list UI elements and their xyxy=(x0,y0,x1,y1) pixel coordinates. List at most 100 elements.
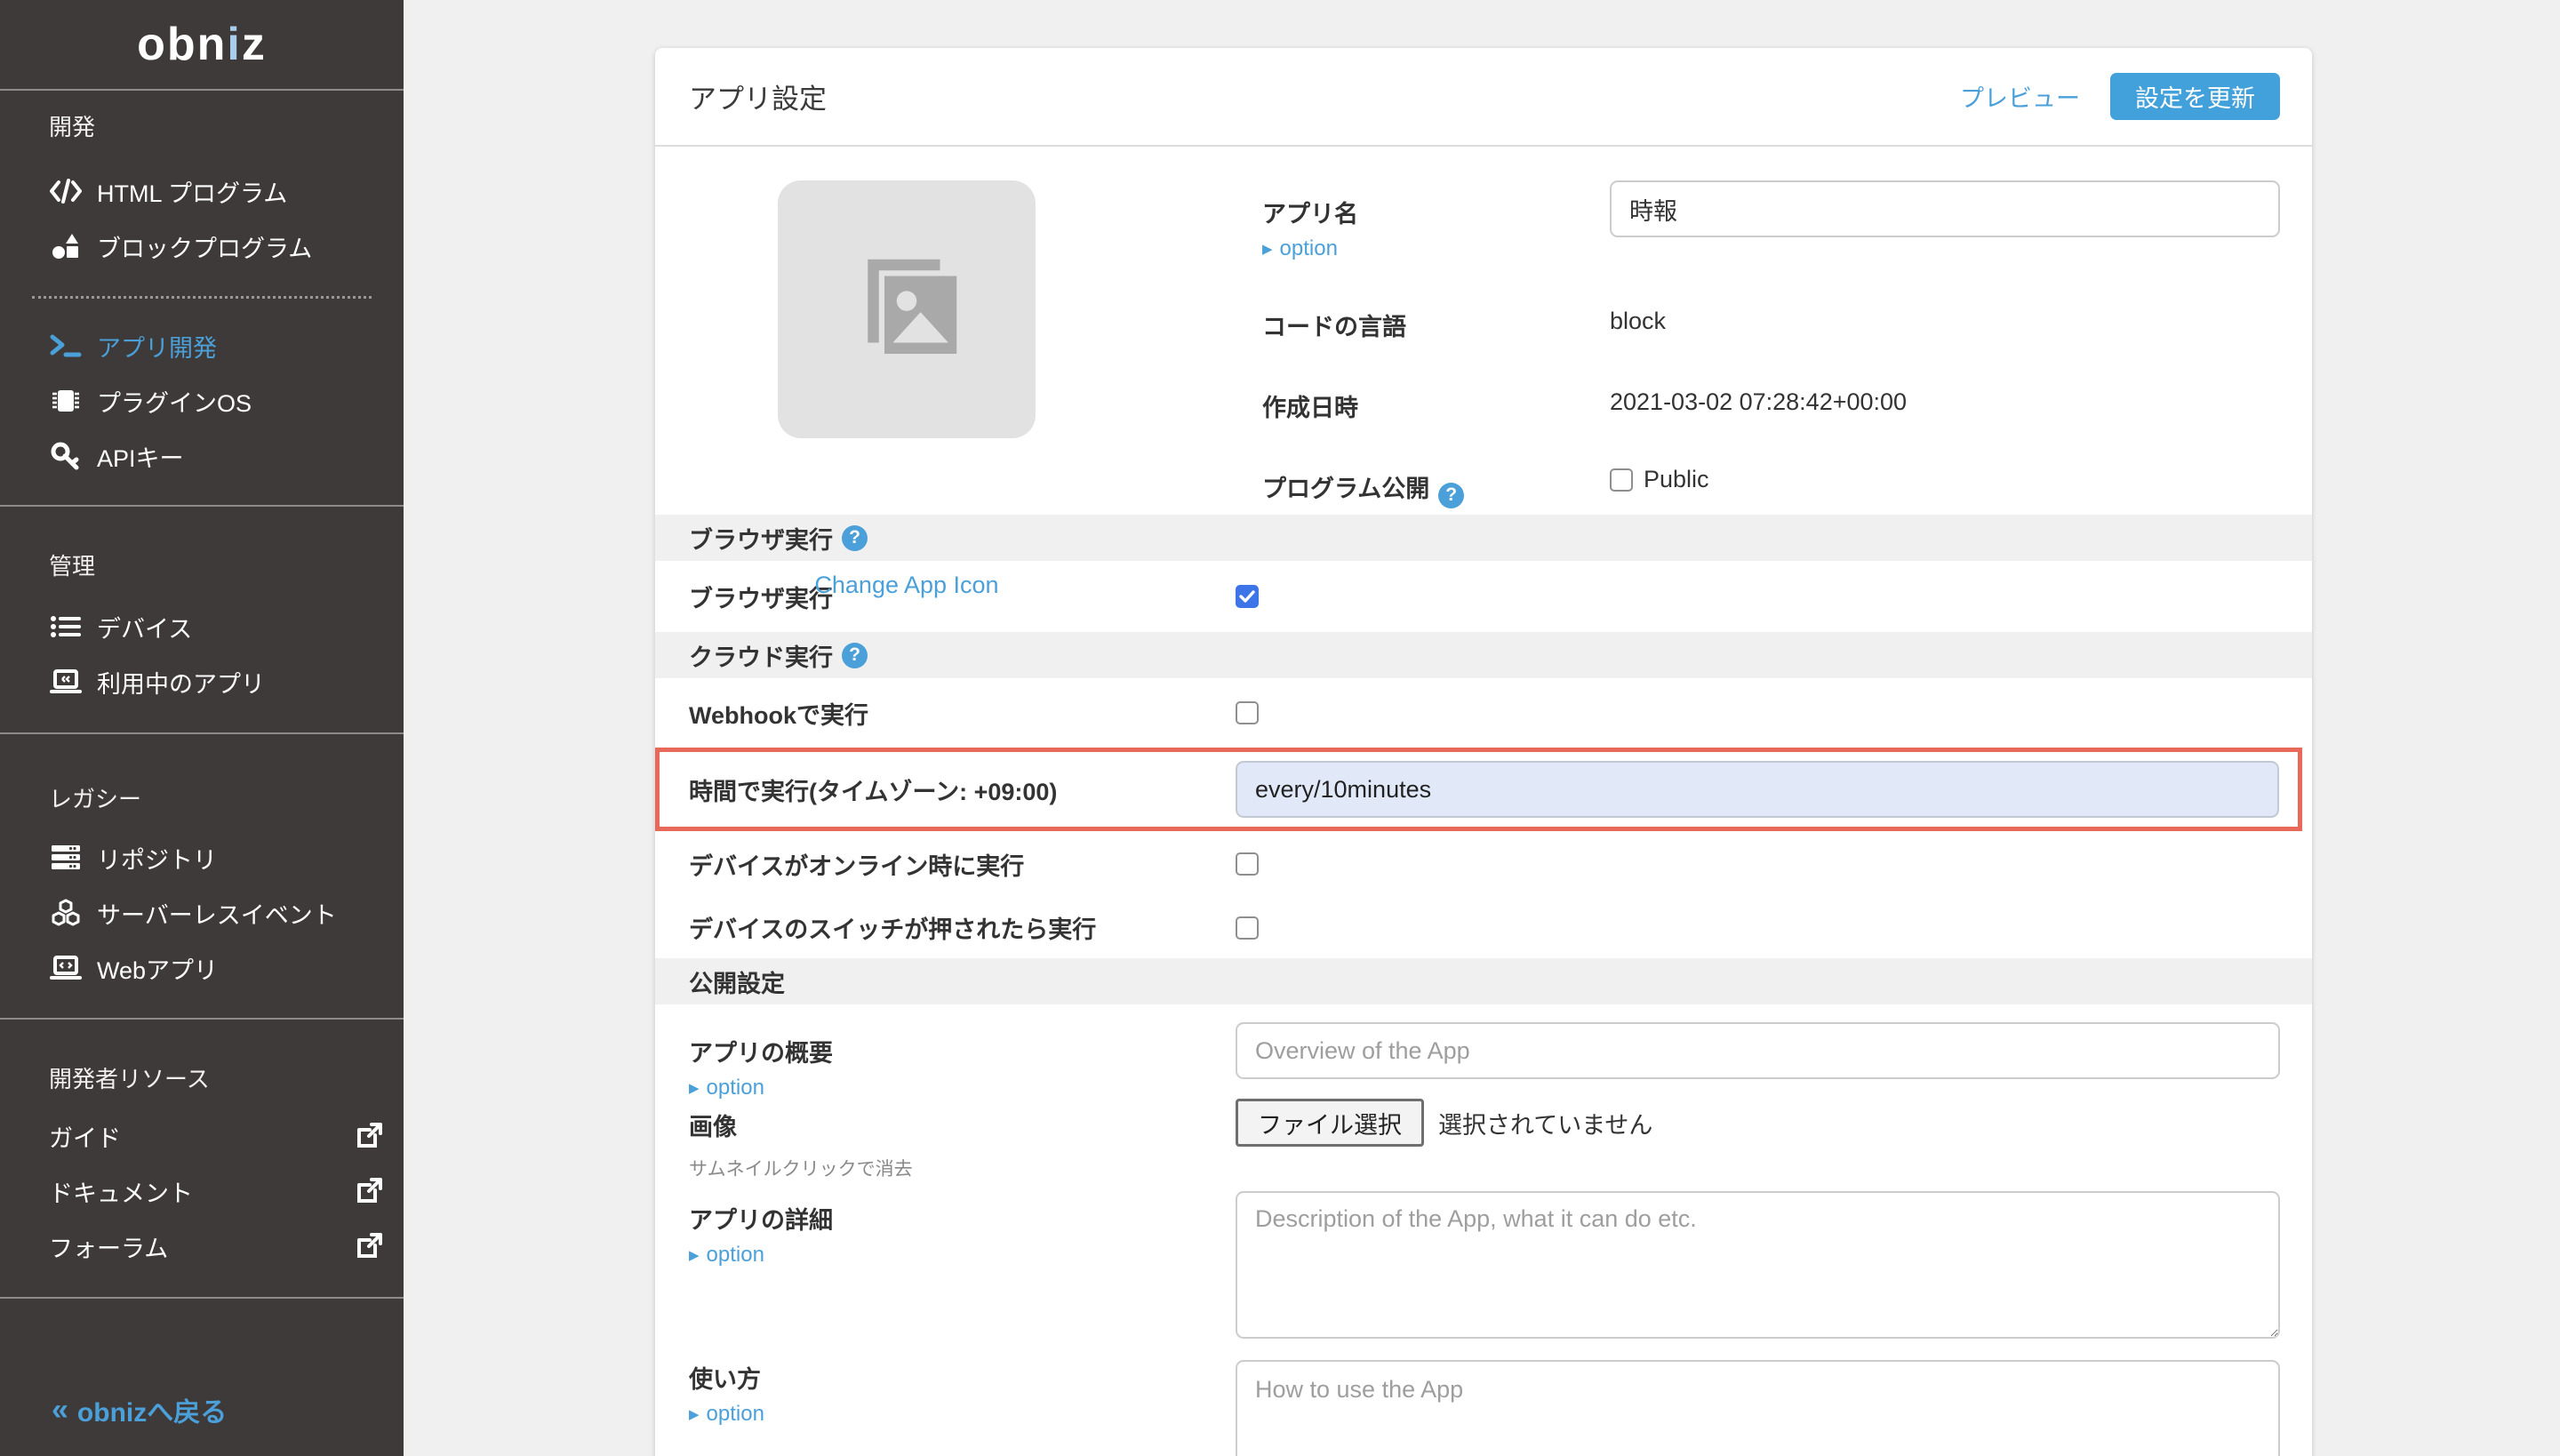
usage-textarea[interactable] xyxy=(1236,1360,2280,1456)
app-icon-placeholder[interactable] xyxy=(778,180,1036,438)
image-row: 画像 サムネイルクリックで消去 ファイル選択 選択されていません xyxy=(655,1092,2312,1172)
sidebar-divider xyxy=(0,505,404,507)
image-label: 画像 xyxy=(689,1108,1236,1142)
publish-settings-section-header: 公開設定 xyxy=(655,958,2312,1004)
browser-run-section-header: ブラウザ実行? xyxy=(655,515,2312,561)
terminal-icon xyxy=(49,331,83,361)
program-publish-label: プログラム公開 xyxy=(1262,476,1429,502)
nav-header-developer-resources: 開発者リソース xyxy=(49,1064,404,1094)
public-checkbox[interactable] xyxy=(1610,468,1633,492)
online-run-checkbox[interactable] xyxy=(1236,852,1259,876)
sidebar-item-label: HTML プログラム xyxy=(97,174,287,209)
program-publish-label-block: プログラム公開? xyxy=(1262,455,1610,508)
app-detail-textarea[interactable] xyxy=(1236,1191,2280,1339)
card-header: アプリ設定 プレビュー 設定を更新 xyxy=(655,48,2312,147)
list-icon xyxy=(49,612,83,642)
scheduled-run-input[interactable] xyxy=(1236,761,2279,818)
sidebar-divider xyxy=(0,732,404,734)
sidebar-item-serverless-events[interactable]: サーバーレスイベント xyxy=(0,885,404,940)
webhook-run-label: Webhookで実行 xyxy=(689,696,1236,731)
back-to-obniz-link[interactable]: « obnizへ戻る xyxy=(52,1388,404,1432)
sidebar-item-devices[interactable]: デバイス xyxy=(0,599,404,654)
sidebar-item-block-program[interactable]: ブロックプログラム xyxy=(0,219,404,274)
sidebar-item-label: リポジトリ xyxy=(97,841,217,876)
usage-option-link[interactable]: option xyxy=(689,1402,1236,1427)
server-icon xyxy=(49,843,83,873)
external-link-icon xyxy=(356,1233,382,1260)
sidebar-item-label: フォーラム xyxy=(49,1229,168,1264)
sidebar-item-api-key[interactable]: APIキー xyxy=(0,428,404,484)
app-overview-row: アプリの概要 option xyxy=(655,1004,2312,1092)
obniz-logo[interactable]: obniz xyxy=(0,0,404,91)
file-select-button[interactable]: ファイル選択 xyxy=(1236,1099,1424,1147)
scheduled-run-label: 時間で実行(タイムゾーン: +09:00) xyxy=(689,772,1236,807)
app-overview-label: アプリの概要 xyxy=(689,1034,1236,1068)
app-detail-label-block: アプリの詳細 option xyxy=(689,1191,1236,1268)
preview-link[interactable]: プレビュー xyxy=(1960,79,2080,114)
double-chevron-left-icon: « xyxy=(52,1393,68,1428)
sidebar-item-label: プラグインOS xyxy=(97,384,252,419)
app-overview-option-link[interactable]: option xyxy=(689,1076,1236,1100)
cloud-run-section-header: クラウド実行? xyxy=(655,632,2312,678)
sidebar-item-app-development[interactable]: アプリ開発 xyxy=(0,318,404,373)
question-icon[interactable]: ? xyxy=(842,643,868,668)
app-detail-row: アプリの詳細 option xyxy=(655,1172,2312,1349)
app-name-label-block: アプリ名 option xyxy=(1262,180,1610,261)
app-detail-label: アプリの詳細 xyxy=(689,1201,1236,1236)
shapes-icon xyxy=(49,231,83,261)
change-app-icon-link[interactable]: Change App Icon xyxy=(778,572,1036,599)
browser-run-section-title: ブラウザ実行 xyxy=(689,521,833,556)
app-name-label: アプリ名 xyxy=(1262,201,1358,228)
online-run-row: デバイスがオンライン時に実行 xyxy=(655,831,2312,897)
nav-header-management: 管理 xyxy=(49,551,404,581)
question-icon[interactable]: ? xyxy=(1438,483,1464,508)
sidebar-item-apps-in-use[interactable]: 利用中のアプリ xyxy=(0,654,404,709)
sidebar-item-plugin-os[interactable]: プラグインOS xyxy=(0,373,404,428)
sidebar-item-label: サーバーレスイベント xyxy=(97,896,337,931)
sidebar-item-label: デバイス xyxy=(97,610,192,644)
sidebar-item-guide[interactable]: ガイド xyxy=(0,1108,404,1164)
question-icon[interactable]: ? xyxy=(842,525,868,551)
sidebar-item-forum[interactable]: フォーラム xyxy=(0,1219,404,1274)
code-language-row: コードの言語 block xyxy=(1262,293,2280,342)
switch-run-row: デバイスのスイッチが押されたら実行 xyxy=(655,897,2312,958)
sidebar-item-documents[interactable]: ドキュメント xyxy=(0,1164,404,1219)
update-settings-button[interactable]: 設定を更新 xyxy=(2110,73,2280,120)
sidebar-divider xyxy=(0,1018,404,1020)
app-summary-section: Change App Icon アプリ名 option コードの言語 block… xyxy=(655,147,2312,515)
image-label-block: 画像 サムネイルクリックで消去 xyxy=(689,1099,1236,1181)
logo-text-ob: ob xyxy=(137,18,197,71)
cloud-run-section-title: クラウド実行 xyxy=(689,638,833,673)
logo-text-n: n xyxy=(197,18,228,71)
sidebar-item-html-program[interactable]: HTML プログラム xyxy=(0,164,404,219)
app-detail-option-link[interactable]: option xyxy=(689,1243,1236,1268)
external-link-icon xyxy=(356,1178,382,1204)
sidebar-item-label: ブロックプログラム xyxy=(97,229,312,264)
app-settings-card: アプリ設定 プレビュー 設定を更新 Change App Icon アプリ名 o… xyxy=(655,48,2312,1456)
sidebar-item-repository[interactable]: リポジトリ xyxy=(0,830,404,885)
image-placeholder-icon xyxy=(840,243,973,376)
app-name-option-link[interactable]: option xyxy=(1262,236,1610,261)
usage-label: 使い方 xyxy=(689,1360,1236,1395)
sidebar-item-label: ガイド xyxy=(49,1119,121,1154)
created-at-label: 作成日時 xyxy=(1262,374,1610,423)
sidebar: obniz 開発 HTML プログラム ブロックプログラム アプリ開発 プラグイ… xyxy=(0,0,404,1456)
browser-run-checkbox[interactable] xyxy=(1236,585,1259,608)
code-icon xyxy=(49,176,83,206)
webhook-run-checkbox[interactable] xyxy=(1236,701,1259,724)
code-language-value: block xyxy=(1610,293,1666,335)
switch-run-checkbox[interactable] xyxy=(1236,916,1259,940)
key-icon xyxy=(49,441,83,471)
usage-row: 使い方 option xyxy=(655,1349,2312,1456)
back-link-label: obnizへ戻る xyxy=(77,1390,227,1429)
sidebar-item-web-app[interactable]: Webアプリ xyxy=(0,940,404,996)
page-title: アプリ設定 xyxy=(689,76,827,116)
program-publish-row: プログラム公開? Public xyxy=(1262,455,2280,508)
app-overview-input[interactable] xyxy=(1236,1022,2280,1079)
publish-settings-section-title: 公開設定 xyxy=(689,964,785,999)
sidebar-divider xyxy=(32,296,372,299)
external-link-icon xyxy=(356,1123,382,1149)
logo-text-i: i xyxy=(227,18,241,71)
app-name-input[interactable] xyxy=(1610,180,2280,237)
created-at-value: 2021-03-02 07:28:42+00:00 xyxy=(1610,374,1907,416)
